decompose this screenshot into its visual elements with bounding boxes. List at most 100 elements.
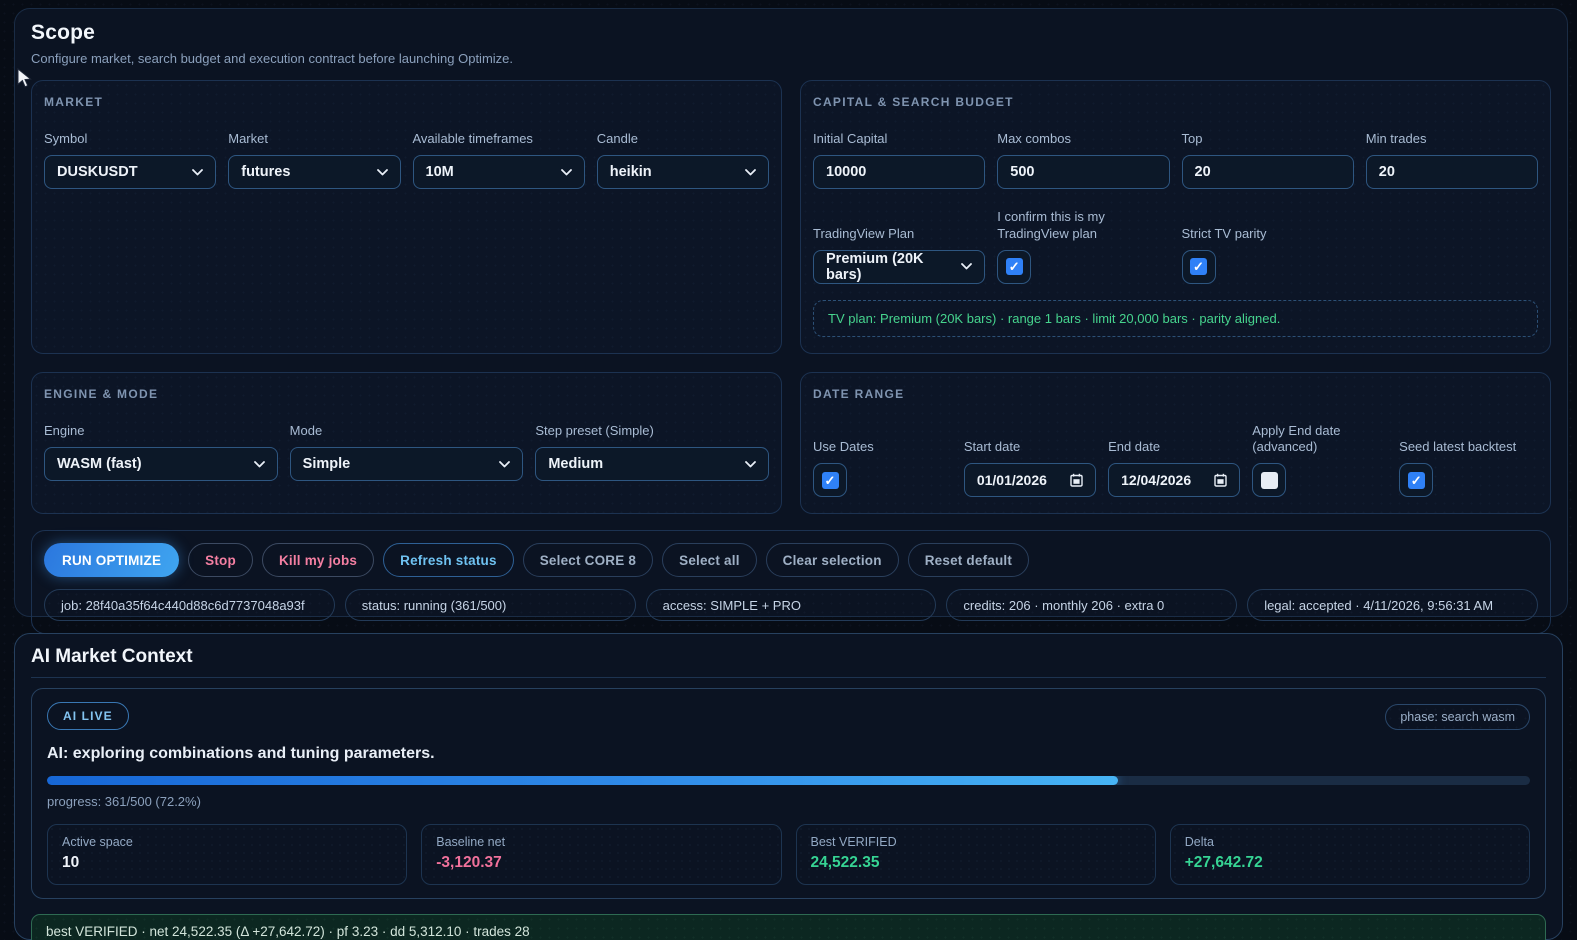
date-range-heading: DATE RANGE [813, 386, 905, 401]
calendar-icon [1070, 473, 1083, 487]
ai-status-text: AI: exploring combinations and tuning pa… [47, 745, 435, 762]
initial-capital-input[interactable] [813, 155, 986, 190]
select-all-button[interactable]: Select all [662, 543, 757, 578]
step-preset-value: Medium [548, 456, 604, 472]
scope-grid: MARKET Symbol DUSKUSDT Market futures Av… [31, 80, 1551, 515]
legal-chip: legal: accepted · 4/11/2026, 9:56:31 AM [1247, 589, 1538, 622]
tv-plan-select[interactable]: Premium (20K bars) [813, 249, 986, 284]
mode-value: Simple [302, 456, 351, 472]
ai-panel: AI LIVE phase: search wasm AI: exploring… [31, 688, 1546, 899]
seed-backtest-checkbox[interactable]: ✓ [1399, 463, 1434, 498]
candle-label: Candle [596, 131, 638, 146]
best-verified-value: 24,522.35 [810, 854, 880, 871]
status-chip: status: running (361/500) [344, 589, 636, 622]
end-date-value: 12/04/2026 [1121, 472, 1192, 489]
checkmark-icon: ✓ [1005, 258, 1023, 276]
market-panel: MARKET Symbol DUSKUSDT Market futures Av… [31, 80, 782, 354]
timeframes-value: 10M [425, 164, 454, 181]
use-dates-checkbox[interactable]: ✓ [813, 463, 847, 498]
end-date-input[interactable]: 12/04/2026 [1108, 463, 1241, 498]
progress-text: progress: 361/500 (72.2%) [47, 794, 201, 809]
delta-value: +27,642.72 [1184, 854, 1263, 871]
baseline-net-card: Baseline net -3,120.37 [421, 824, 782, 885]
baseline-net-label: Baseline net [436, 835, 506, 849]
clear-selection-button[interactable]: Clear selection [765, 543, 899, 578]
date-range-panel: DATE RANGE Use Dates ✓ Start date 01/01/… [800, 371, 1551, 515]
capital-panel: CAPITAL & SEARCH BUDGET Initial Capital … [800, 80, 1551, 354]
phase-chip: phase: search wasm [1385, 704, 1530, 730]
chevron-down-icon [745, 168, 756, 176]
active-space-card: Active space 10 [47, 824, 408, 885]
status-chip-row: job: 28f40a35f64c440d88c6d7737048a93f st… [44, 589, 1538, 622]
delta-label: Delta [1184, 835, 1214, 849]
checkmark-icon: ✓ [1407, 471, 1425, 489]
calendar-icon [1214, 473, 1227, 487]
apply-end-date-label: Apply End date (advanced) [1252, 422, 1341, 454]
engine-select[interactable]: WASM (fast) [44, 447, 278, 481]
strict-parity-checkbox[interactable]: ✓ [1181, 249, 1216, 284]
baseline-net-value: -3,120.37 [436, 854, 502, 871]
symbol-select[interactable]: DUSKUSDT [44, 155, 217, 190]
symbol-value: DUSKUSDT [57, 164, 138, 181]
progress-bar-fill [47, 776, 1118, 785]
access-chip: access: SIMPLE + PRO [645, 589, 937, 622]
progress-bar [47, 776, 1530, 785]
active-space-value: 10 [62, 854, 80, 871]
market-type-label: Market [228, 131, 268, 146]
initial-capital-label: Initial Capital [813, 131, 888, 146]
ai-market-context-card: AI Market Context AI LIVE phase: search … [14, 633, 1563, 940]
reset-default-button[interactable]: Reset default [907, 543, 1030, 578]
market-heading: MARKET [44, 95, 104, 109]
capital-heading: CAPITAL & SEARCH BUDGET [813, 95, 1014, 109]
chevron-down-icon [376, 168, 388, 176]
button-row: RUN OPTIMIZE Stop Kill my jobs Refresh s… [44, 543, 1538, 578]
mode-select[interactable]: Simple [289, 447, 524, 481]
step-preset-label: Step preset (Simple) [535, 422, 654, 438]
page-subtitle: Configure market, search budget and exec… [31, 51, 513, 66]
min-trades-label: Min trades [1365, 131, 1427, 146]
delta-card: Delta +27,642.72 [1169, 824, 1530, 885]
kill-jobs-button[interactable]: Kill my jobs [261, 543, 375, 578]
stats-row: Active space 10 Baseline net -3,120.37 B… [47, 824, 1530, 885]
symbol-label: Symbol [44, 131, 88, 146]
tv-plan-note: TV plan: Premium (20K bars) · range 1 ba… [813, 299, 1538, 337]
chevron-down-icon [961, 263, 973, 270]
start-date-label: Start date [963, 439, 1021, 454]
market-type-value: futures [241, 164, 291, 181]
stop-button[interactable]: Stop [188, 543, 253, 578]
max-combos-label: Max combos [997, 131, 1071, 146]
start-date-input[interactable]: 01/01/2026 [963, 463, 1097, 498]
engine-value: WASM (fast) [57, 456, 142, 472]
ai-heading: AI Market Context [31, 646, 1546, 678]
engine-heading: ENGINE & MODE [44, 386, 159, 401]
use-dates-label: Use Dates [813, 439, 874, 454]
mode-label: Mode [289, 422, 323, 438]
candle-select[interactable]: heikin [596, 155, 769, 190]
checkmark-icon: ✓ [1190, 258, 1207, 276]
candle-value: heikin [609, 164, 652, 181]
chevron-down-icon [253, 460, 265, 468]
end-date-label: End date [1108, 439, 1161, 454]
step-preset-select[interactable]: Medium [535, 447, 769, 481]
chevron-down-icon [745, 460, 756, 468]
top-label: Top [1181, 131, 1203, 146]
start-date-value: 01/01/2026 [976, 472, 1047, 489]
confirm-plan-checkbox[interactable]: ✓ [997, 249, 1032, 284]
credits-chip: credits: 206 · monthly 206 · extra 0 [946, 589, 1238, 622]
engine-label: Engine [44, 422, 85, 438]
apply-end-date-checkbox[interactable] [1252, 463, 1287, 498]
market-type-select[interactable]: futures [228, 155, 401, 190]
refresh-status-button[interactable]: Refresh status [383, 543, 514, 578]
max-combos-input[interactable] [997, 155, 1170, 190]
scope-card: Scope Configure market, search budget an… [14, 8, 1568, 635]
min-trades-input[interactable] [1365, 155, 1538, 190]
page-title: Scope [31, 21, 96, 44]
timeframes-select[interactable]: 10M [412, 155, 585, 190]
active-space-label: Active space [62, 835, 133, 849]
top-input[interactable] [1181, 155, 1354, 190]
strict-parity-label: Strict TV parity [1181, 225, 1267, 241]
run-optimize-button[interactable]: RUN OPTIMIZE [44, 543, 180, 578]
confirm-plan-label: I confirm this is my TradingView plan [997, 209, 1105, 241]
select-core8-button[interactable]: Select CORE 8 [522, 543, 654, 578]
actions-panel: RUN OPTIMIZE Stop Kill my jobs Refresh s… [31, 530, 1551, 635]
